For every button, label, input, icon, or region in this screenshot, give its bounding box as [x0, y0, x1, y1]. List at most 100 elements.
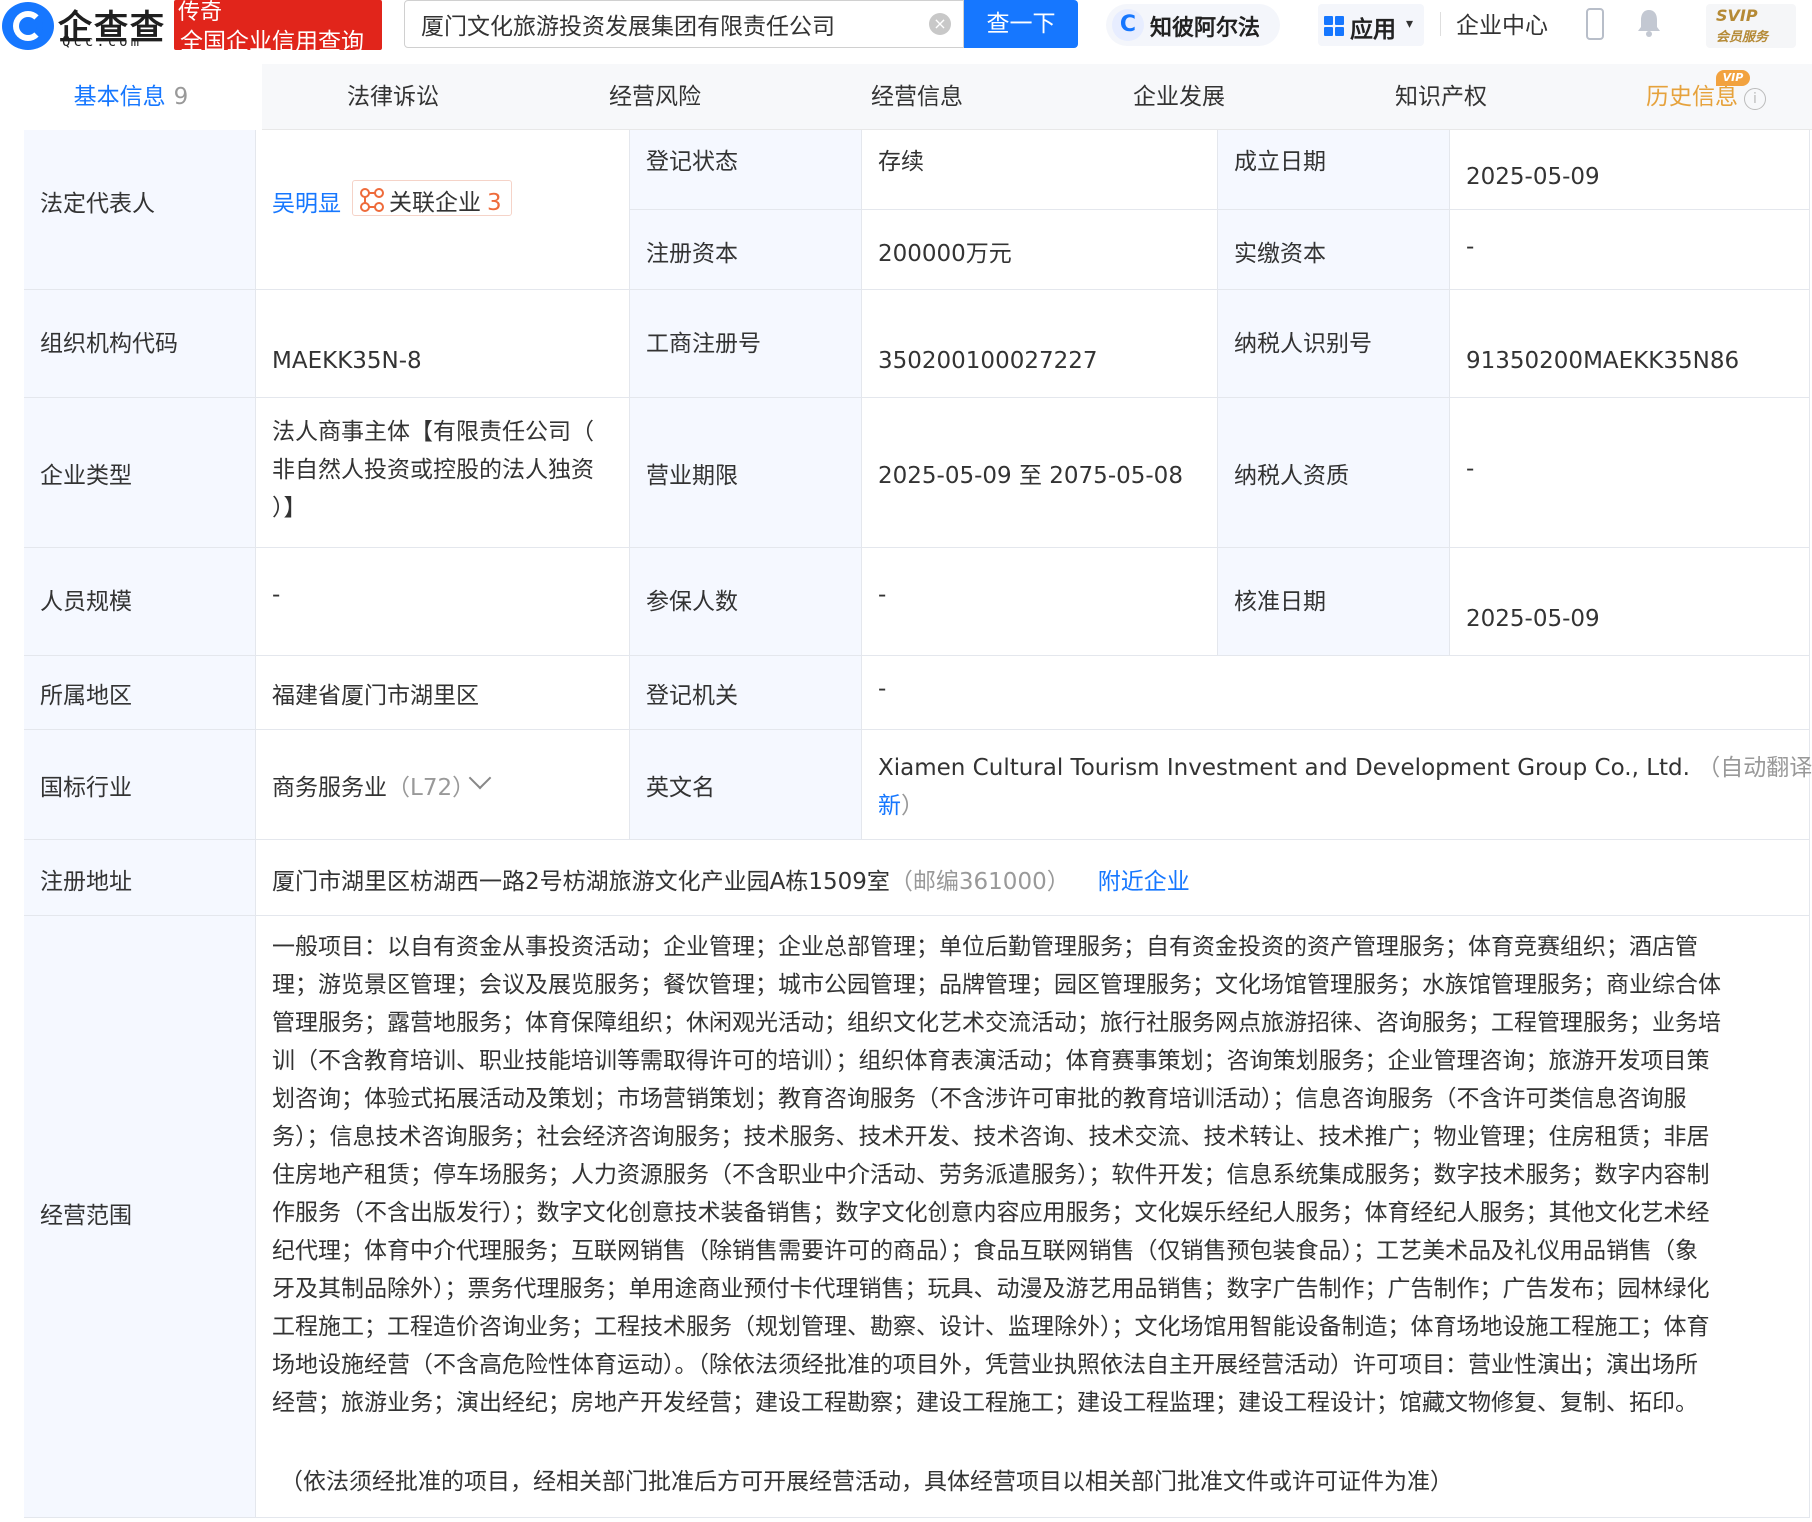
enterprise-center-link[interactable]: 企业中心: [1456, 6, 1548, 40]
insured-value: -: [878, 582, 887, 608]
mobile-app-icon[interactable]: [1586, 8, 1604, 40]
legal-rep-label: 法定代表人: [40, 191, 155, 217]
search-box: ×: [404, 0, 964, 48]
value-cell: 2025-05-09: [1450, 130, 1810, 210]
region-label: 所属地区: [40, 683, 132, 709]
company-type-line: 非自然人投资或控股的法人独资: [272, 457, 594, 483]
insured-label: 参保人数: [646, 589, 738, 615]
scope-line: 作服务（不含出版发行）；数字文化创意技术装备销售；数字文化创意内容应用服务；文化…: [272, 1200, 1710, 1226]
term-label: 营业期限: [646, 463, 738, 489]
svip-member-button[interactable]: SVIP 会员服务: [1706, 4, 1796, 48]
scope-line: 一般项目：以自有资金从事投资活动；企业管理；企业总部管理；单位后勤管理服务；自有…: [272, 934, 1698, 960]
value-cell: -: [1450, 398, 1810, 548]
biz-reg-no-value: 350200100027227: [878, 348, 1098, 374]
tab-basic-info[interactable]: 基本信息 9: [0, 64, 262, 130]
label-cell: 所属地区: [24, 656, 256, 730]
search-button[interactable]: 查一下: [964, 0, 1078, 48]
divider: [1440, 12, 1441, 36]
postcode-value: （邮编361000）: [889, 869, 1070, 895]
info-icon[interactable]: i: [1744, 88, 1766, 110]
ai-assistant-label: 知彼阿尔法: [1150, 16, 1261, 41]
clear-icon[interactable]: ×: [929, 13, 951, 35]
paid-capital-label: 实缴资本: [1234, 241, 1326, 267]
nearby-companies-link[interactable]: 附近企业: [1098, 869, 1190, 895]
paid-capital-value: -: [1466, 234, 1475, 260]
top-bar: 企查查 Qcc.com 传奇 全国企业信用查询 × 查一下 C 知彼阿尔法 应用…: [0, 0, 1812, 56]
label-cell: 纳税人资质: [1218, 398, 1450, 548]
apps-dropdown[interactable]: 应用 ▾: [1318, 4, 1424, 46]
business-scope-note: （依法须经批准的项目，经相关部门批准后方可开展经营活动，具体经营项目以相关部门批…: [280, 1469, 1453, 1495]
value-cell: -: [1450, 210, 1810, 290]
reg-status-label: 登记状态: [646, 149, 738, 175]
svip-mark: SVIP: [1716, 6, 1758, 25]
logo-subtitle: Qcc.com: [62, 34, 143, 50]
taxpayer-label: 纳税人资质: [1234, 463, 1349, 489]
label-cell: 工商注册号: [630, 290, 862, 398]
tab-legal[interactable]: 法律诉讼: [262, 64, 524, 130]
legal-rep-name-link[interactable]: 吴明显: [272, 184, 341, 218]
reg-capital-value: 200000万元: [878, 241, 1012, 267]
tax-id-value: 91350200MAEKK35N86: [1466, 348, 1740, 374]
company-type-line: ）】: [272, 495, 307, 521]
value-cell: 存续: [862, 130, 1218, 210]
value-cell: 吴明显 关联企业 3: [256, 130, 630, 290]
value-cell: 200000万元: [862, 210, 1218, 290]
term-value: 2025-05-09 至 2075-05-08: [878, 463, 1183, 489]
related-companies-tag[interactable]: 关联企业 3: [352, 180, 512, 216]
english-name-label: 英文名: [646, 775, 715, 801]
notification-bell-icon[interactable]: [1636, 8, 1662, 38]
label-cell: 注册资本: [630, 210, 862, 290]
taxpayer-value: -: [1466, 456, 1475, 482]
authority-value: -: [878, 676, 887, 702]
value-cell: 2025-05-09 至 2075-05-08: [862, 398, 1218, 548]
tax-id-label: 纳税人识别号: [1234, 331, 1372, 357]
tab-operations[interactable]: 经营信息: [786, 64, 1048, 130]
ai-logo-icon: C: [1112, 9, 1144, 41]
value-cell: 一般项目：以自有资金从事投资活动；企业管理；企业总部管理；单位后勤管理服务；自有…: [256, 916, 1810, 1518]
value-cell: 商务服务业（L72）: [256, 730, 630, 840]
tab-development[interactable]: 企业发展: [1048, 64, 1310, 130]
value-cell: -: [862, 656, 1810, 730]
reg-status-value: 存续: [878, 149, 924, 175]
scope-line: 纪代理；体育中介代理服务；互联网销售（除销售需要许可的商品）；食品互联网销售（仅…: [272, 1238, 1698, 1264]
scope-label: 经营范围: [40, 1203, 132, 1229]
auto-translate-note-end: ）: [901, 793, 924, 819]
company-type-label: 企业类型: [40, 463, 132, 489]
tab-risk[interactable]: 经营风险: [524, 64, 786, 130]
industry-label: 国标行业: [40, 775, 132, 801]
english-name-value: Xiamen Cultural Tourism Investment and D…: [878, 755, 1690, 781]
industry-value: 商务服务业: [272, 775, 387, 801]
label-cell: 经营范围: [24, 916, 256, 1518]
relation-graph-icon: [360, 188, 384, 212]
tab-ip[interactable]: 知识产权: [1310, 64, 1572, 130]
label-cell: 核准日期: [1218, 548, 1450, 656]
found-date-value: 2025-05-09: [1466, 164, 1600, 190]
search-input[interactable]: [421, 1, 901, 47]
caret-down-icon: ▾: [1406, 16, 1414, 32]
address-label: 注册地址: [40, 869, 132, 895]
authority-label: 登记机关: [646, 683, 738, 709]
address-value: 厦门市湖里区枋湖西一路2号枋湖旅游文化产业园A栋1509室: [272, 869, 890, 895]
scope-line: 工程施工；工程造价咨询业务；工程技术服务（规划管理、勘察、设计、监理除外）；文化…: [272, 1314, 1710, 1340]
label-cell: 组织机构代码: [24, 290, 256, 398]
label-cell: 国标行业: [24, 730, 256, 840]
promo-badge[interactable]: 传奇 全国企业信用查询: [174, 0, 382, 55]
reg-capital-label: 注册资本: [646, 241, 738, 267]
ai-assistant-button[interactable]: C 知彼阿尔法: [1106, 4, 1280, 46]
tab-history[interactable]: 历史信息: [1572, 64, 1812, 130]
scope-line: 训（不含教育培训、职业技能培训等需取得许可的培训）；组织体育表演活动；体育赛事策…: [272, 1048, 1710, 1074]
label-cell: 人员规模: [24, 548, 256, 656]
label-cell: 英文名: [630, 730, 862, 840]
update-link[interactable]: 新: [878, 793, 901, 819]
label-cell: 实缴资本: [1218, 210, 1450, 290]
value-cell: 350200100027227: [862, 290, 1218, 398]
value-cell: 福建省厦门市湖里区: [256, 656, 630, 730]
org-code-label: 组织机构代码: [40, 331, 178, 357]
label-cell: 纳税人识别号: [1218, 290, 1450, 398]
label-cell: 登记状态: [630, 130, 862, 210]
value-cell: -: [256, 548, 630, 656]
qcc-logo-icon[interactable]: [2, 2, 54, 50]
scope-line: 住房地产租赁；停车场服务；人力资源服务（不含职业中介活动、劳务派遣服务）；软件开…: [272, 1162, 1710, 1188]
label-cell: 营业期限: [630, 398, 862, 548]
promo-badge-line2: 全国企业信用查询: [180, 29, 364, 55]
